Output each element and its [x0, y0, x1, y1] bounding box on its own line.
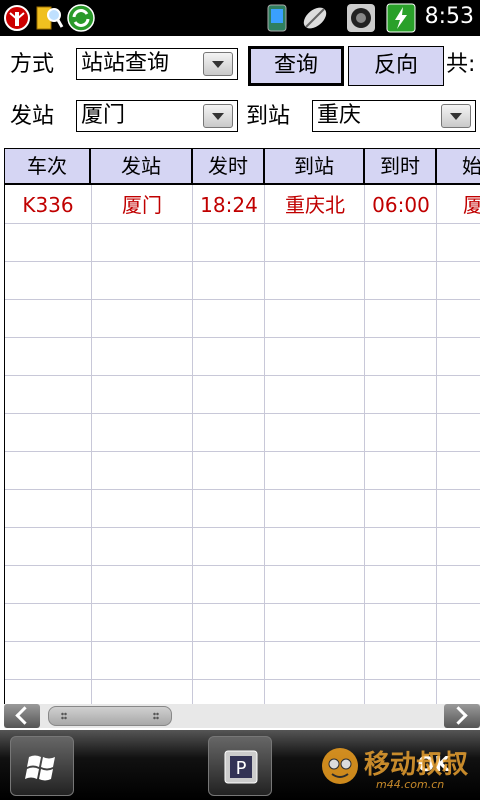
cell-to[interactable]: 重庆北: [265, 187, 365, 223]
grid-line: [264, 185, 265, 704]
keyboard-icon: P: [224, 750, 258, 784]
total-label: 共:: [446, 52, 476, 77]
from-station-label: 发站: [10, 104, 55, 129]
column-header-train[interactable]: 车次: [5, 149, 91, 185]
column-header-to[interactable]: 到站: [265, 149, 365, 185]
grid-line: [364, 185, 365, 704]
grid-line: [5, 413, 480, 414]
chevron-down-icon[interactable]: [441, 104, 471, 128]
chevron-down-icon[interactable]: [203, 104, 233, 128]
clock[interactable]: 8:53: [425, 4, 474, 29]
grid-line: [436, 185, 437, 704]
mode-select-value: 站站查询: [81, 51, 170, 76]
to-station-value: 重庆: [317, 103, 362, 128]
grid-line: [5, 565, 480, 566]
status-bar: 8:53: [0, 0, 480, 36]
column-header-arrive[interactable]: 到时: [365, 149, 437, 185]
input-panel-button[interactable]: P: [208, 736, 272, 796]
media-icon[interactable]: [346, 3, 376, 33]
cell-origin[interactable]: 厦: [437, 187, 480, 223]
cell-depart[interactable]: 18:24: [193, 187, 265, 223]
svg-text:P: P: [236, 758, 247, 779]
grid-line: [5, 489, 480, 490]
grid-line: [5, 375, 480, 376]
grid-line: [5, 641, 480, 642]
watermark-url: m44.com.cn: [376, 778, 445, 791]
mode-select[interactable]: 站站查询: [76, 48, 238, 80]
horizontal-scrollbar[interactable]: [4, 704, 480, 728]
watermark: 移动叔叔 m44.com.cn: [318, 738, 478, 798]
reverse-button[interactable]: 反向: [348, 46, 444, 86]
grid-line: [5, 299, 480, 300]
results-grid[interactable]: 车次 发站 发时 到站 到时 始 K336 厦门 18:24 重庆北 06:00…: [4, 148, 480, 704]
query-button[interactable]: 查询: [248, 46, 344, 86]
cell-train[interactable]: K336: [5, 187, 91, 223]
grid-line: [5, 261, 480, 262]
scroll-thumb[interactable]: [48, 706, 172, 726]
satellite-icon[interactable]: [300, 3, 330, 33]
grid-line: [5, 679, 480, 680]
start-button[interactable]: [10, 736, 74, 796]
grid-line: [91, 185, 92, 704]
grid-line: [192, 185, 193, 704]
grip-icon: [153, 712, 159, 720]
sync-icon[interactable]: [66, 3, 96, 33]
windows-logo-icon: [25, 755, 55, 781]
grip-icon: [61, 712, 67, 720]
chevron-down-icon[interactable]: [203, 52, 233, 76]
to-station-label: 到站: [246, 104, 291, 129]
grid-line: [5, 223, 480, 224]
grid-line: [5, 603, 480, 604]
cell-arrive[interactable]: 06:00: [365, 187, 437, 223]
column-header-origin[interactable]: 始: [437, 149, 480, 185]
column-header-from[interactable]: 发站: [91, 149, 193, 185]
phone-icon[interactable]: [262, 3, 292, 33]
scroll-right-button[interactable]: [444, 704, 480, 728]
grid-line: [5, 527, 480, 528]
search-folder-icon[interactable]: [34, 3, 64, 33]
scroll-left-button[interactable]: [4, 704, 40, 728]
battery-icon[interactable]: [386, 3, 416, 33]
signal-icon[interactable]: [2, 3, 32, 33]
to-station-select[interactable]: 重庆: [312, 100, 476, 132]
from-station-value: 厦门: [81, 103, 126, 128]
grid-line: [5, 451, 480, 452]
watermark-text: 移动叔叔: [364, 750, 469, 780]
from-station-select[interactable]: 厦门: [76, 100, 238, 132]
mode-label: 方式: [10, 52, 55, 77]
column-header-depart[interactable]: 发时: [193, 149, 265, 185]
cell-from[interactable]: 厦门: [91, 187, 193, 223]
grid-line: [5, 337, 480, 338]
